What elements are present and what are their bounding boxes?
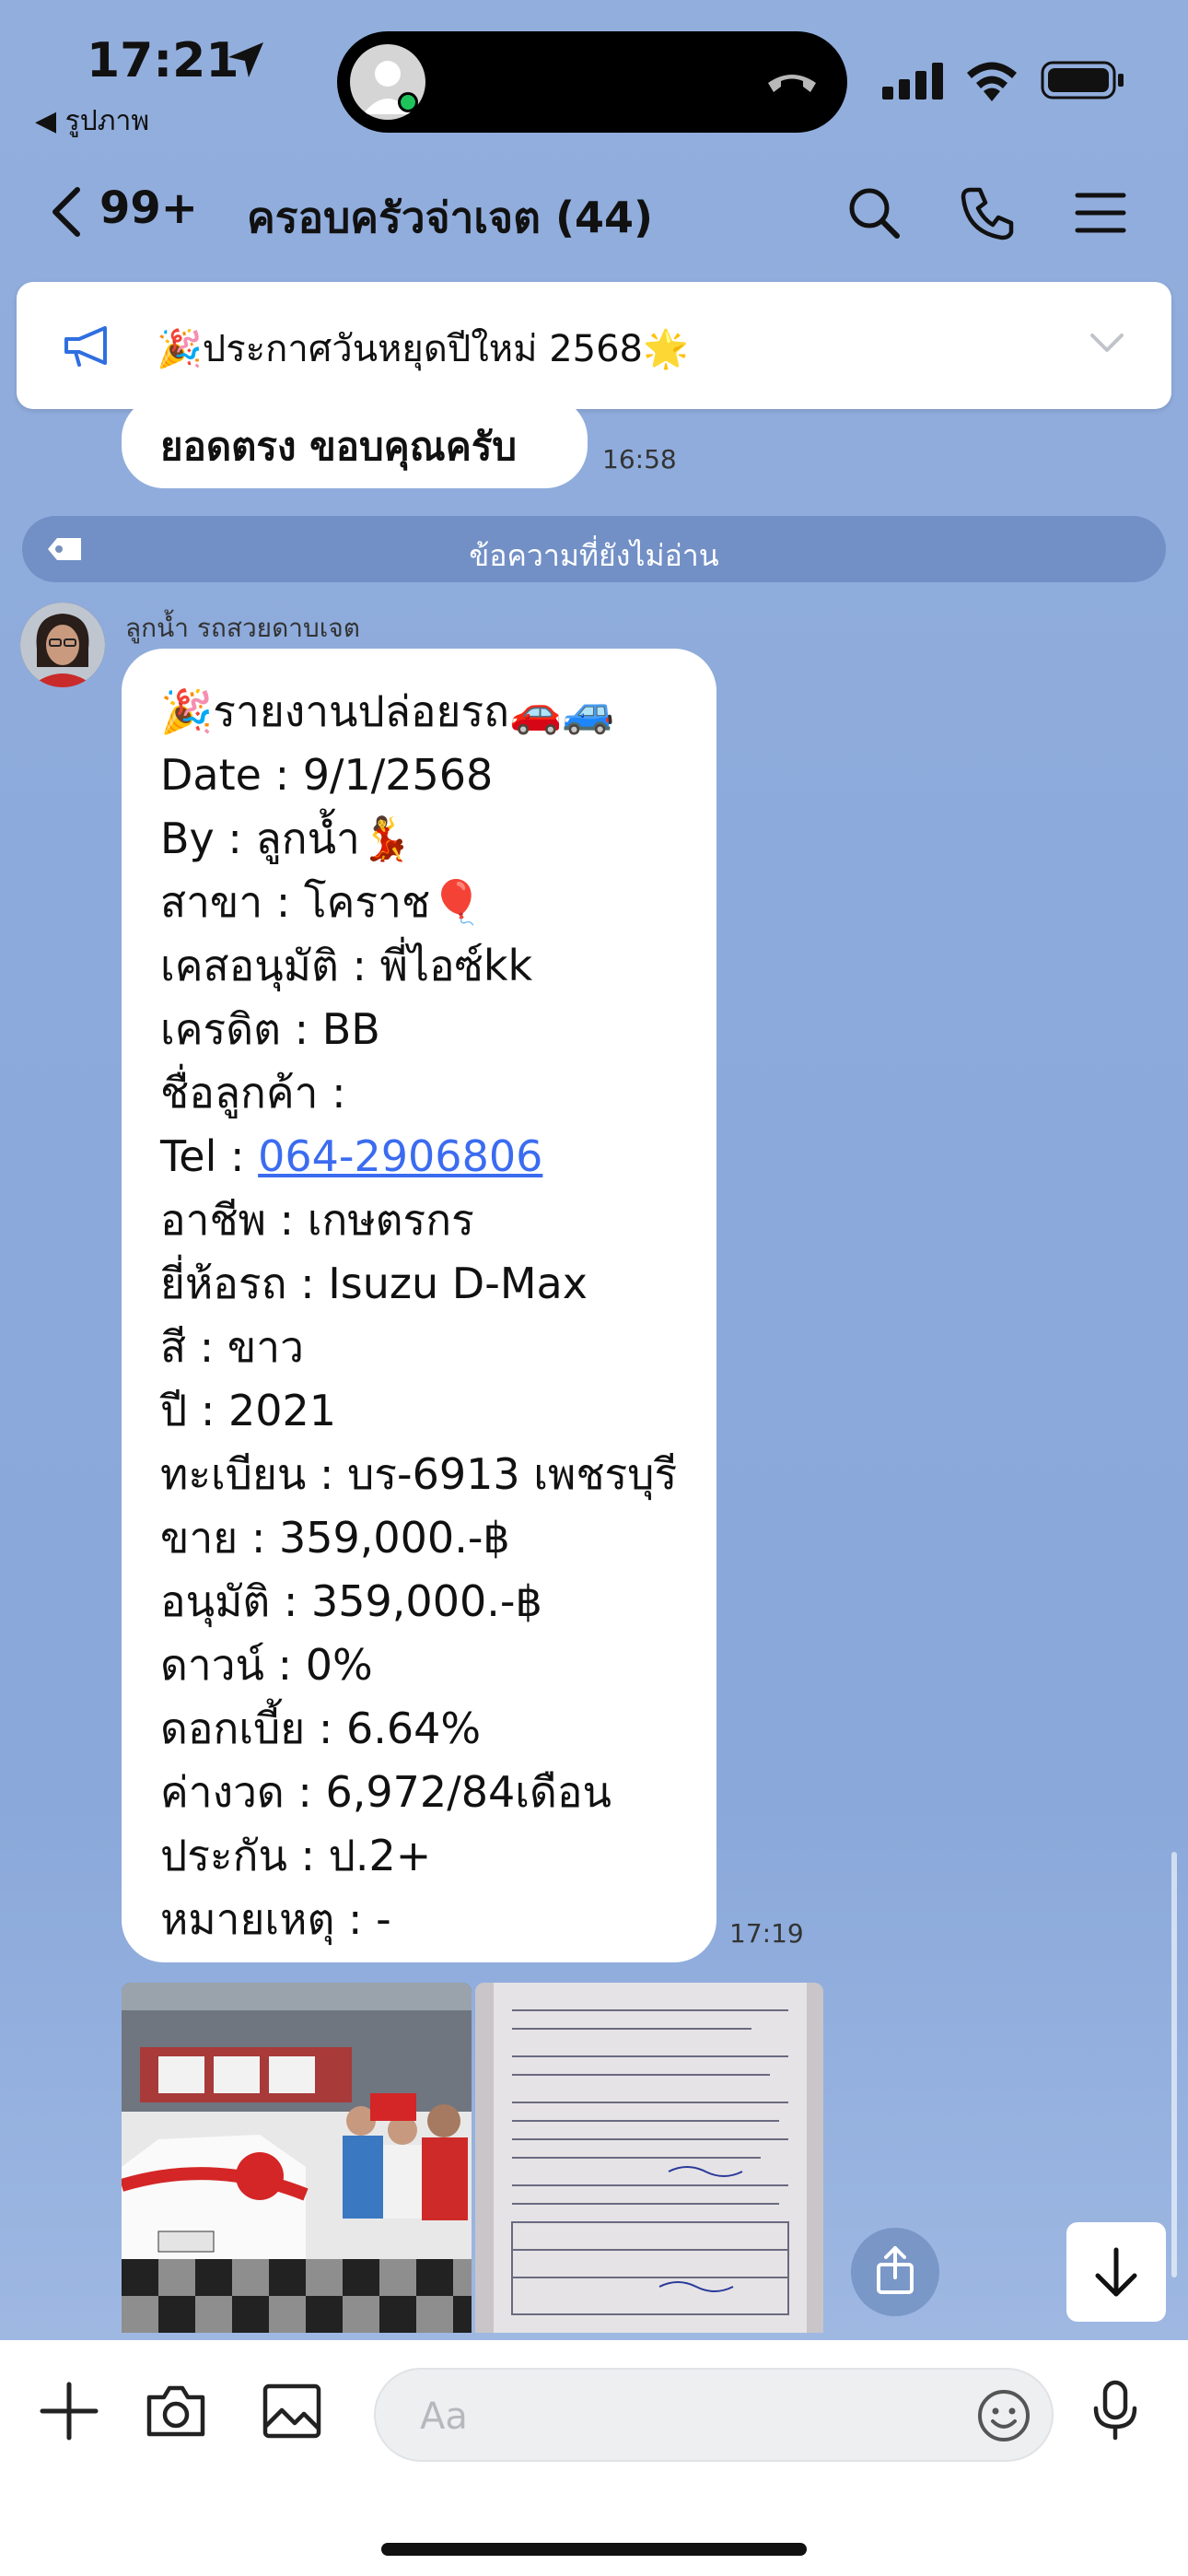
message-input[interactable]: Aa (374, 2368, 1054, 2462)
contract-document-photo[interactable] (475, 1983, 823, 2333)
plus-icon[interactable] (37, 2379, 101, 2443)
message-line: อาชีพ : เกษตรกร (160, 1195, 474, 1245)
message-line: ค่างวด : 6,972/84เดือน (160, 1767, 611, 1817)
message-input-bar: Aa (0, 2340, 1188, 2576)
message-line: ทะเบียน : บร-6913 เพชรบุรี (160, 1449, 678, 1499)
message-line: ชื่อลูกค้า : (160, 1068, 346, 1118)
dynamic-island[interactable] (337, 31, 847, 133)
status-bar: 17:21 ◀ รูปภาพ (0, 0, 1188, 138)
menu-icon[interactable] (1070, 182, 1131, 243)
message-input-placeholder: Aa (420, 2395, 468, 2438)
search-icon[interactable] (844, 182, 904, 243)
unread-divider-text: ข้อความที่ยังไม่อ่าน (469, 538, 719, 573)
share-icon (877, 2246, 914, 2294)
active-call-dot (398, 92, 418, 112)
cellular-signal-icon (882, 63, 943, 100)
sender-avatar[interactable] (20, 603, 105, 687)
status-time: 17:21 (87, 33, 239, 88)
wifi-icon (967, 62, 1017, 101)
unread-count-badge[interactable]: 99+ (99, 182, 198, 234)
phone-hangup-icon (768, 75, 816, 92)
message-line: สาขา : โคราช🎈 (160, 877, 483, 927)
tel-label: Tel : (160, 1131, 259, 1181)
message-line: ปี : 2021 (160, 1386, 337, 1435)
message-line: เคสอนุมัติ : พี่ไอซ์kk (160, 941, 533, 990)
car-delivery-photo[interactable] (122, 1983, 472, 2333)
camera-icon[interactable] (144, 2379, 208, 2443)
message-line: หมายเหตุ : - (160, 1894, 391, 1944)
previous-message-text: ยอดตรง ขอบคุณครับ (160, 424, 518, 469)
scrollbar[interactable] (1171, 1852, 1177, 2277)
previous-message-time: 16:58 (602, 444, 677, 474)
message-line: สี : ขาว (160, 1322, 304, 1372)
message-line: อนุมัติ : 359,000.-฿ (160, 1576, 542, 1626)
back-to-app-link[interactable]: ◀ รูปภาพ (35, 100, 149, 143)
message-line: ดาวน์ : 0% (160, 1640, 373, 1690)
chevron-down-icon[interactable] (1089, 330, 1125, 356)
message-line: 🎉รายงานปล่อยรถ🚗🚙 (160, 686, 615, 736)
announcement-text: 🎉ประกาศวันหยุดปีใหม่ 2568🌟 (157, 328, 689, 370)
phone-call-icon[interactable] (958, 182, 1019, 243)
message-line: ประกัน : ป.2+ (160, 1831, 432, 1880)
chat-header: 99+ ครอบครัวจ่าเจต (44) (0, 166, 1188, 258)
arrow-down-icon (1095, 2247, 1137, 2297)
message-time: 17:19 (729, 1918, 804, 1949)
unread-divider: ข้อความที่ยังไม่อ่าน (22, 516, 1166, 582)
scroll-to-bottom-button[interactable] (1066, 2222, 1166, 2322)
chat-title[interactable]: ครอบครัวจ่าเจต (44) (247, 184, 653, 252)
phone-number-link[interactable]: 064-2906806 (258, 1131, 542, 1181)
microphone-icon[interactable] (1083, 2379, 1147, 2443)
share-button[interactable] (851, 2228, 939, 2316)
home-indicator[interactable] (381, 2543, 807, 2556)
message-line: ยี่ห้อรถ : Isuzu D-Max (160, 1259, 588, 1308)
sender-name: ลูกน้ำ รถสวยดาบเจต (125, 613, 360, 643)
message-line: เครดิต : BB (160, 1004, 380, 1054)
emoji-icon[interactable] (974, 2386, 1033, 2445)
tel-line: Tel : 064-2906806 (160, 1125, 677, 1188)
message-line: ดอกเบี้ย : 6.64% (160, 1704, 482, 1753)
message-bubble[interactable]: 🎉รายงานปล่อยรถ🚗🚙 Date : 9/1/2568 By : ลู… (122, 649, 716, 1962)
message-line: ขาย : 359,000.-฿ (160, 1513, 510, 1563)
message-line: Date : 9/1/2568 (160, 750, 494, 800)
location-arrow-icon (228, 42, 263, 77)
message-line: By : ลูกน้ำ💃 (160, 814, 413, 863)
back-chevron-icon[interactable] (48, 184, 85, 240)
megaphone-icon (64, 326, 107, 367)
image-gallery-icon[interactable] (260, 2379, 324, 2443)
announcement-banner[interactable]: 🎉ประกาศวันหยุดปีใหม่ 2568🌟 (17, 282, 1171, 409)
previous-message-bubble[interactable]: ยอดตรง ขอบคุณครับ (122, 396, 588, 488)
battery-icon (1041, 61, 1124, 100)
